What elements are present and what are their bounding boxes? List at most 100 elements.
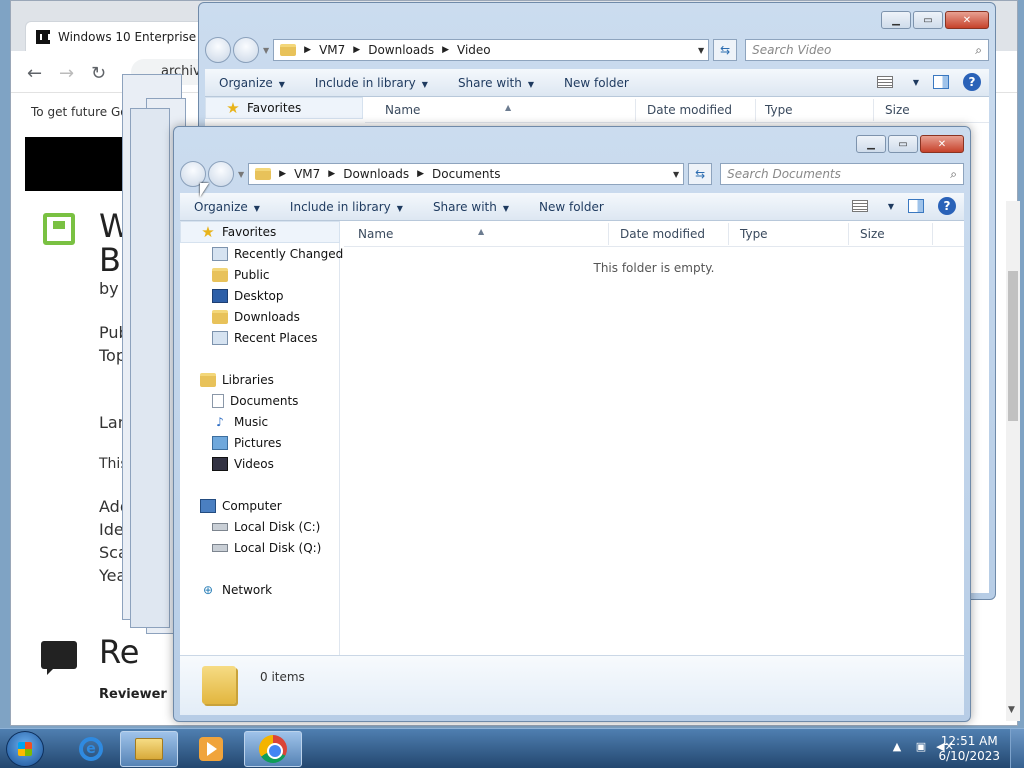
recent-pages-dropdown-icon[interactable]: ▼ xyxy=(238,170,244,179)
address-bar[interactable]: ▶ VM7 ▶ Downloads ▶ Documents ▼ xyxy=(248,163,685,185)
include-in-library-button[interactable]: Include in library ▼ xyxy=(290,200,403,214)
taskbar-media-player[interactable] xyxy=(182,731,240,767)
new-folder-button[interactable]: New folder xyxy=(539,200,604,214)
browser-forward-icon[interactable]: → xyxy=(59,63,74,84)
recent-pages-dropdown-icon[interactable]: ▼ xyxy=(263,46,269,55)
browser-back-icon[interactable]: ← xyxy=(27,63,42,84)
clock[interactable]: 12:51 AM 6/10/2023 xyxy=(938,734,1000,764)
breadcrumb-item[interactable]: Downloads xyxy=(368,43,434,57)
close-button[interactable]: ✕ xyxy=(920,135,964,153)
breadcrumb-item[interactable]: Documents xyxy=(432,167,500,181)
preview-pane-icon[interactable] xyxy=(908,199,924,213)
nav-local-disk-q[interactable]: Local Disk (Q:) xyxy=(212,541,321,555)
start-button[interactable] xyxy=(6,731,44,767)
view-options-icon[interactable] xyxy=(876,76,893,88)
column-headers: Name ▲ Date modified Type Size xyxy=(365,97,989,123)
column-size[interactable]: Size xyxy=(885,103,910,117)
chevron-down-icon: ▼ xyxy=(502,203,509,213)
forward-arrow-icon[interactable] xyxy=(208,161,234,187)
refresh-icon[interactable]: ⇆ xyxy=(713,39,738,61)
folder-icon xyxy=(212,268,228,282)
include-in-library-button[interactable]: Include in library ▼ xyxy=(315,76,428,90)
help-icon[interactable]: ? xyxy=(963,73,981,91)
close-button[interactable]: ✕ xyxy=(945,11,989,29)
chevron-down-icon: ▼ xyxy=(527,79,534,89)
back-arrow-icon[interactable] xyxy=(205,37,231,63)
breadcrumb-item[interactable]: Video xyxy=(457,43,491,57)
command-label: Organize xyxy=(194,199,248,214)
column-divider[interactable] xyxy=(932,223,933,245)
nav-computer[interactable]: Computer xyxy=(200,499,282,513)
taskbar-chrome[interactable] xyxy=(244,731,302,767)
address-dropdown-icon[interactable]: ▼ xyxy=(673,170,679,179)
details-pane: 0 items xyxy=(180,655,964,715)
internet-explorer-icon: e xyxy=(79,737,103,761)
search-input[interactable]: Search Documents ⌕ xyxy=(720,163,964,185)
nav-network[interactable]: ⊕ Network xyxy=(200,583,272,597)
nav-recently-changed[interactable]: Recently Changed xyxy=(212,247,343,261)
breadcrumb-item[interactable]: VM7 xyxy=(319,43,345,57)
address-bar[interactable]: ▶ VM7 ▶ Downloads ▶ Video ▼ xyxy=(273,39,710,61)
nav-music[interactable]: ♪ Music xyxy=(212,415,268,429)
nav-public[interactable]: Public xyxy=(212,268,270,282)
column-type[interactable]: Type xyxy=(765,103,793,117)
organize-button[interactable]: Organize ▼ xyxy=(194,200,260,214)
show-hidden-icons-icon[interactable]: ▲ xyxy=(890,739,904,753)
column-date-modified[interactable]: Date modified xyxy=(620,227,705,241)
column-type[interactable]: Type xyxy=(740,227,768,241)
share-with-button[interactable]: Share with ▼ xyxy=(458,76,534,90)
nav-favorites[interactable]: ★ Favorites xyxy=(200,223,276,241)
column-divider[interactable] xyxy=(635,99,636,121)
breadcrumb-item[interactable]: Downloads xyxy=(343,167,409,181)
nav-documents[interactable]: Documents xyxy=(212,394,298,408)
navigation-bar: ▼ ▶ VM7 ▶ Downloads ▶ Video ▼ ⇆ Search V… xyxy=(205,37,989,63)
column-divider[interactable] xyxy=(873,99,874,121)
new-folder-button[interactable]: New folder xyxy=(564,76,629,90)
nav-local-disk-c[interactable]: Local Disk (C:) xyxy=(212,520,320,534)
view-options-icon[interactable] xyxy=(851,200,868,212)
address-dropdown-icon[interactable]: ▼ xyxy=(698,46,704,55)
browser-reload-icon[interactable]: ↻ xyxy=(91,63,106,84)
column-divider[interactable] xyxy=(608,223,609,245)
chevron-down-icon[interactable]: ▼ xyxy=(888,202,894,211)
column-name[interactable]: Name xyxy=(358,227,393,241)
column-divider[interactable] xyxy=(728,223,729,245)
breadcrumb-item[interactable]: VM7 xyxy=(294,167,320,181)
scroll-thumb[interactable] xyxy=(1008,271,1018,421)
folder-icon xyxy=(202,666,236,704)
chevron-down-icon[interactable]: ▼ xyxy=(913,78,919,87)
forward-arrow-icon[interactable] xyxy=(233,37,259,63)
taskbar-internet-explorer[interactable]: e xyxy=(62,731,120,767)
nav-desktop[interactable]: Desktop xyxy=(212,289,284,303)
minimize-button[interactable]: ▁ xyxy=(881,11,911,29)
column-size[interactable]: Size xyxy=(860,227,885,241)
nav-favorites[interactable]: ★ Favorites xyxy=(225,99,301,117)
media-player-icon xyxy=(199,737,223,761)
organize-button[interactable]: Organize ▼ xyxy=(219,76,285,90)
nav-recent-places[interactable]: Recent Places xyxy=(212,331,317,345)
libraries-icon xyxy=(200,373,216,387)
help-icon[interactable]: ? xyxy=(938,197,956,215)
show-desktop-button[interactable] xyxy=(1010,729,1024,768)
column-divider[interactable] xyxy=(755,99,756,121)
scroll-down-icon[interactable]: ▼ xyxy=(1008,705,1015,715)
share-with-button[interactable]: Share with ▼ xyxy=(433,200,509,214)
refresh-icon[interactable]: ⇆ xyxy=(688,163,713,185)
column-name[interactable]: Name xyxy=(385,103,420,117)
nav-libraries[interactable]: Libraries xyxy=(200,373,274,387)
maximize-button[interactable]: ▭ xyxy=(888,135,918,153)
explorer-body: ★ Favorites Recently Changed Public Desk… xyxy=(180,221,964,715)
preview-pane-icon[interactable] xyxy=(933,75,949,89)
nav-videos[interactable]: Videos xyxy=(212,457,274,471)
column-date-modified[interactable]: Date modified xyxy=(647,103,732,117)
column-divider[interactable] xyxy=(848,223,849,245)
search-input[interactable]: Search Video ⌕ xyxy=(745,39,989,61)
taskbar-windows-explorer[interactable] xyxy=(120,731,178,767)
browser-scrollbar[interactable]: ▼ xyxy=(1006,201,1020,721)
minimize-button[interactable]: ▁ xyxy=(856,135,886,153)
downloads-folder-icon xyxy=(212,310,228,324)
nav-pictures[interactable]: Pictures xyxy=(212,436,282,450)
network-tray-icon[interactable]: ▣ xyxy=(914,739,928,753)
nav-downloads[interactable]: Downloads xyxy=(212,310,300,324)
maximize-button[interactable]: ▭ xyxy=(913,11,943,29)
